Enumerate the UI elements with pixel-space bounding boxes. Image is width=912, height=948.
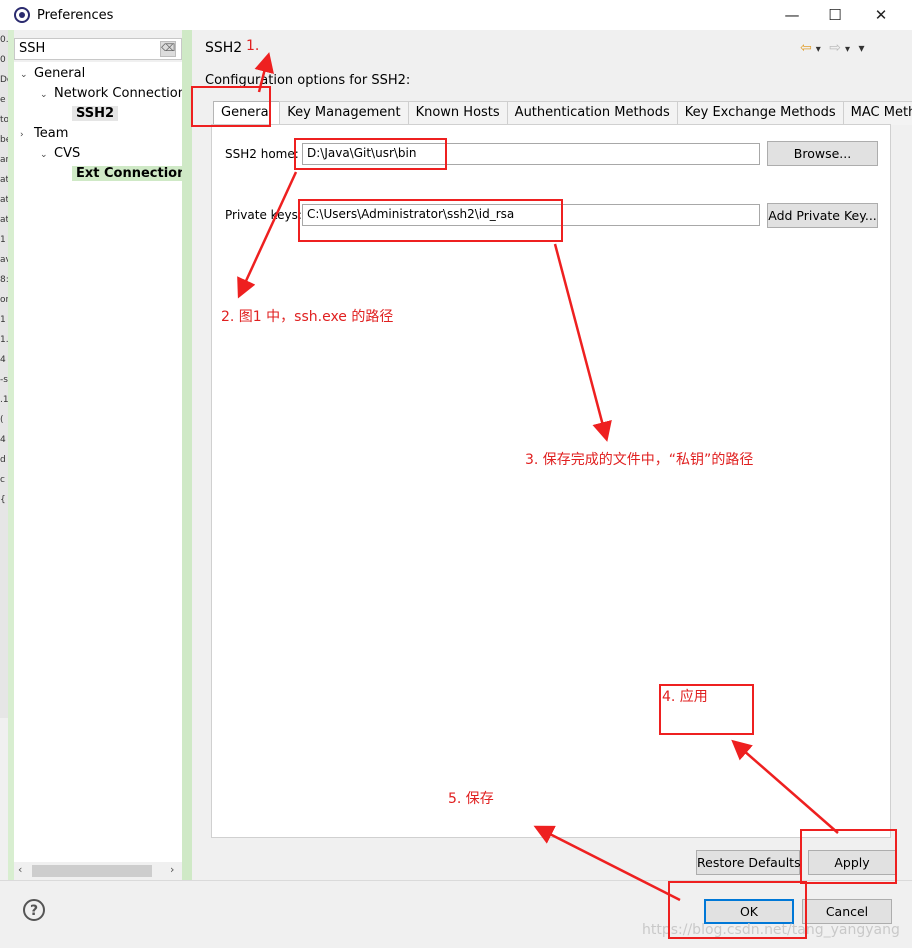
background-window-edge: 0. 0 Do e to be ar at at at 1 av 8: or 1 1. 4 -s .1 (4 dc { [0,30,8,718]
strip-fragment: e [0,95,6,105]
tree-item-label: CVS [54,146,81,161]
annotation-step4: 4. 应用 [662,689,708,705]
annotation-box-ssh2-home [294,138,447,170]
help-icon[interactable]: ? [23,899,45,921]
tab-key-management[interactable]: Key Management [279,101,409,125]
chevron-down-icon[interactable]: ⌄ [40,145,54,165]
strip-fragment: be [0,135,8,145]
add-private-key-button[interactable]: Add Private Key... [767,203,878,228]
strip-fragment: 8: [0,275,8,285]
annotation-step1: 1. [246,38,260,54]
scroll-right-icon[interactable]: › [170,863,174,876]
tree-item-label: SSH2 [72,106,119,121]
close-button[interactable]: ✕ [861,3,901,27]
view-menu-icon[interactable]: ▾ [858,41,864,55]
annotation-box-general-tab [191,86,271,127]
ssh2-home-label: SSH2 home: [225,147,299,161]
tree-horizontal-scrollbar[interactable]: ‹ › [14,862,182,880]
page-navigation: ⇦ ▾ ⇨ ▾ ▾ [800,40,868,56]
pane-divider[interactable] [182,30,192,880]
forward-arrow-icon[interactable]: ⇨ [829,40,841,56]
tree-item-label: Ext Connection M [72,166,182,181]
strip-fragment: Do [0,75,8,85]
tree-item-label: Team [34,126,69,141]
tab-known-hosts[interactable]: Known Hosts [407,101,508,125]
strip-fragment: or [0,295,8,305]
back-arrow-icon[interactable]: ⇦ [800,40,812,56]
annotation-box-apply [800,829,897,884]
strip-fragment: 0. [0,35,8,45]
tree-item-cvs[interactable]: ⌄ CVS [40,144,80,164]
tab-authentication-methods[interactable]: Authentication Methods [506,101,678,125]
chevron-down-icon[interactable]: ⌄ [40,85,54,105]
strip-fragment: 1. [0,335,8,345]
strip-fragment: d [0,455,6,465]
tab-bar: General Key Management Known Hosts Authe… [213,101,912,126]
tree-item-ssh2[interactable]: SSH2 [72,104,119,124]
strip-fragment: av [0,255,8,265]
clear-filter-icon[interactable]: ⌫ [160,41,176,57]
strip-fragment: ( [0,415,4,425]
tree-item-label: General [34,66,86,81]
strip-fragment: at [0,215,8,225]
tree-item-label: Network Connections [54,86,193,101]
arrow-step5 [533,825,681,902]
scroll-thumb[interactable] [32,865,152,877]
strip-fragment: at [0,195,8,205]
preference-tree: ⌄ General ⌄ Network Connections SSH2 › Team… [14,62,193,880]
strip-fragment: 1 [0,315,6,325]
minimize-button[interactable]: — [772,3,812,27]
annotation-box-ok [668,881,807,939]
strip-fragment: 0 [0,55,6,65]
scroll-left-icon[interactable]: ‹ [18,863,22,876]
annotation-step5: 5. 保存 [448,791,494,807]
restore-defaults-button[interactable]: Restore Defaults [696,850,801,875]
tab-key-exchange-methods[interactable]: Key Exchange Methods [676,101,844,125]
strip-fragment: 4 [0,355,6,365]
back-menu-icon[interactable]: ▾ [816,44,821,55]
strip-fragment: to [0,115,8,125]
eclipse-icon [14,7,30,23]
tree-item-team[interactable]: › Team [20,124,68,144]
strip-fragment: at [0,175,8,185]
filter-input[interactable]: SSH [14,38,182,60]
strip-fragment: c [0,475,5,485]
chevron-right-icon[interactable]: › [20,125,34,145]
window-title: Preferences [37,8,114,23]
annotation-box-private-keys [298,199,563,242]
annotation-step3: 3. 保存完成的文件中，“私钥”的路径 [525,452,754,468]
page-title: SSH2 [205,40,243,56]
annotation-step2: 2. 图1 中，ssh.exe 的路径 [221,309,394,325]
cancel-button[interactable]: Cancel [802,899,892,924]
tree-item-general[interactable]: ⌄ General [20,64,85,84]
tree-item-ext-connection[interactable]: Ext Connection M [72,164,182,184]
strip-fragment: ar [0,155,8,165]
tab-mac-methods[interactable]: MAC Methods [842,101,912,125]
strip-fragment: 4 [0,435,6,445]
chevron-down-icon[interactable]: ⌄ [20,65,34,85]
tree-item-network-connections[interactable]: ⌄ Network Connections [40,84,193,104]
strip-fragment: 1 [0,235,6,245]
strip-fragment: .1 [0,395,8,405]
forward-menu-icon[interactable]: ▾ [845,44,850,55]
strip-fragment: { [0,495,6,505]
strip-fragment: -s [0,375,8,385]
browse-button[interactable]: Browse... [767,141,878,166]
private-keys-label: Private keys: [225,208,302,222]
maximize-button[interactable]: ☐ [815,3,855,27]
